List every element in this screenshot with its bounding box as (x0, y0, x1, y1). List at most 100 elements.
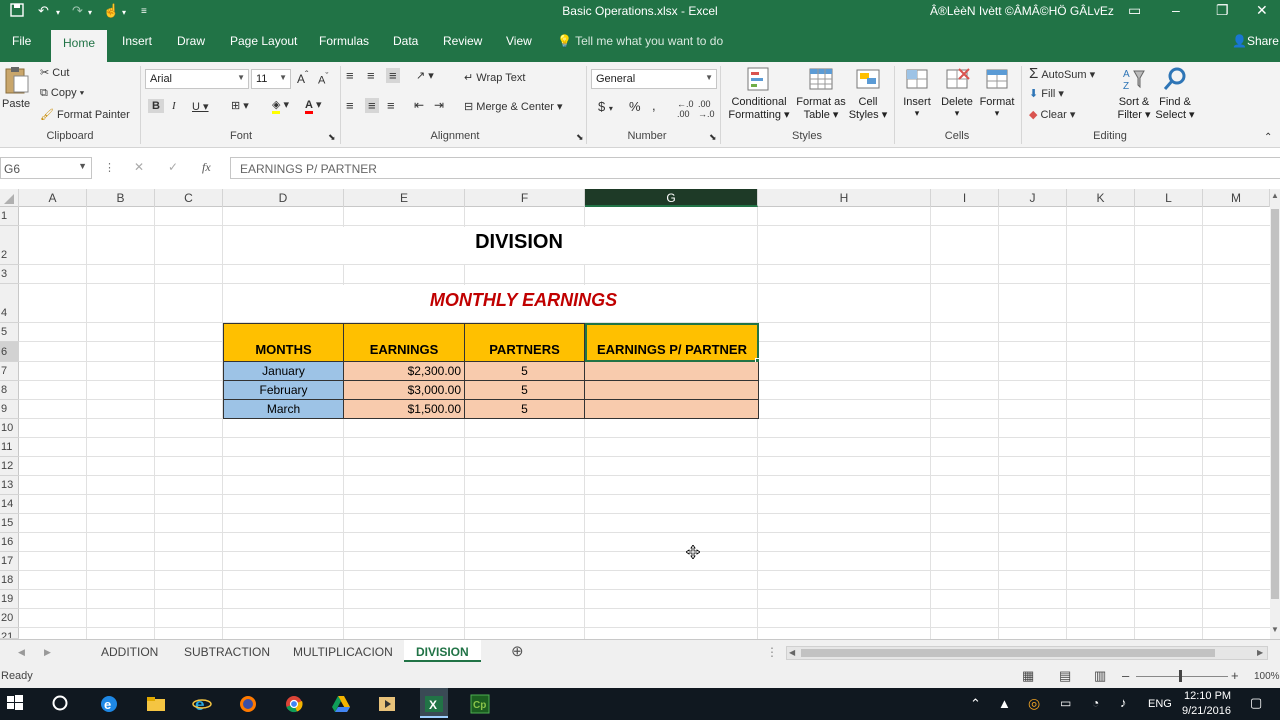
row-header[interactable]: 19 (0, 590, 19, 609)
column-header-a[interactable]: A (19, 189, 87, 207)
drive-sync-icon[interactable]: ▲ (998, 696, 1011, 711)
scrollbar-thumb[interactable] (1271, 209, 1279, 599)
align-right-icon[interactable]: ≡ (387, 98, 395, 113)
earnings-cell[interactable]: $3,000.00 (344, 381, 465, 400)
number-format-combo[interactable]: General ▼ (591, 69, 717, 89)
name-box[interactable]: G6 ▼ (0, 157, 92, 179)
delete-cells-button[interactable]: Delete ▾ (938, 65, 976, 119)
confirm-entry-icon[interactable]: ✓ (168, 160, 178, 174)
hscroll-left-icon[interactable]: ◀ (789, 648, 795, 657)
insert-cells-button[interactable]: Insert ▾ (898, 65, 936, 119)
excel-taskbar-icon[interactable]: X (420, 688, 448, 718)
close-icon[interactable]: ✕ (1256, 2, 1268, 19)
per-partner-cell[interactable] (585, 362, 759, 381)
page-layout-view-icon[interactable]: ▤ (1059, 668, 1071, 684)
tab-draw[interactable]: Draw (177, 34, 205, 48)
scroll-right-icon[interactable]: ▶ (44, 647, 51, 658)
merge-center-button[interactable]: ⊟ Merge & Center ▾ (464, 100, 563, 113)
chrome-icon[interactable] (284, 694, 304, 714)
sheet-tab-multiplicacion[interactable]: MULTIPLICACION (293, 645, 393, 659)
row-header[interactable]: 6 (0, 342, 19, 362)
cut-button[interactable]: ✂ Cut (40, 66, 69, 79)
orientation-icon[interactable]: ↗ ▾ (416, 69, 434, 82)
middle-align-icon[interactable]: ≡ (367, 68, 375, 83)
select-all-corner[interactable] (0, 189, 19, 207)
underline-icon[interactable]: U ▾ (192, 100, 209, 113)
sheet-title[interactable]: DIVISION (343, 227, 695, 264)
clock-date[interactable]: 9/21/2016 (1182, 705, 1231, 717)
insert-function-icon[interactable]: fx (202, 160, 211, 175)
row-header[interactable]: 8 (0, 381, 19, 400)
decrease-decimal-icon[interactable]: .00 →.0 (698, 99, 715, 119)
font-name-combo[interactable]: Arial ▼ (145, 69, 249, 89)
zoom-level[interactable]: 100% (1254, 671, 1280, 682)
month-cell[interactable]: January (223, 362, 344, 381)
wifi-icon[interactable]: ◔ (1092, 696, 1099, 710)
tab-formulas[interactable]: Formulas (319, 34, 369, 48)
dialog-launcher-icon[interactable]: ⬊ (328, 132, 336, 143)
sheet-tab-division[interactable]: DIVISION (404, 640, 481, 662)
column-header-b[interactable]: B (87, 189, 155, 207)
file-explorer-icon[interactable] (146, 694, 166, 714)
horizontal-scrollbar[interactable]: ◀ ▶ (786, 646, 1268, 660)
format-as-table-button[interactable]: Format as Table ▾ (793, 65, 849, 121)
action-center-icon[interactable]: ▢ (1250, 695, 1262, 711)
scroll-left-icon[interactable]: ◀ (18, 647, 25, 658)
autosum-button[interactable]: Σ AutoSum ▾ (1029, 65, 1095, 82)
dialog-launcher-icon[interactable]: ⬊ (709, 132, 717, 143)
input-language[interactable]: ENG (1148, 698, 1172, 710)
italic-icon[interactable]: I (172, 100, 176, 112)
row-header[interactable]: 20 (0, 609, 19, 628)
internet-explorer-icon[interactable]: e (192, 694, 212, 714)
fill-color-icon[interactable]: ◈ ▾ (272, 98, 289, 114)
row-header[interactable]: 15 (0, 514, 19, 533)
row-header[interactable]: 14 (0, 495, 19, 514)
tab-file[interactable]: File (12, 34, 31, 48)
row-header[interactable]: 3 (0, 265, 19, 284)
normal-view-icon[interactable]: ▦ (1022, 668, 1034, 684)
zoom-out-icon[interactable]: – (1122, 668, 1129, 683)
column-header-m[interactable]: M (1203, 189, 1270, 207)
row-header[interactable]: 12 (0, 457, 19, 476)
tab-data[interactable]: Data (393, 34, 418, 48)
bold-icon[interactable]: B (148, 99, 164, 113)
month-cell[interactable]: February (223, 381, 344, 400)
worksheet-grid[interactable]: DIVISION MONTHLY EARNINGS MONTHS EARNING… (19, 207, 1270, 639)
font-size-combo[interactable]: 11 ▼ (251, 69, 291, 89)
comma-style-icon[interactable]: , (652, 98, 656, 113)
formula-input[interactable]: EARNINGS P/ PARTNER (230, 157, 1280, 179)
windows-start-icon[interactable] (6, 694, 26, 714)
clock-time[interactable]: 12:10 PM (1184, 690, 1231, 702)
edge-icon[interactable]: e (99, 694, 119, 714)
clear-button[interactable]: ◆ Clear ▾ (1029, 108, 1075, 121)
row-header[interactable]: 16 (0, 533, 19, 552)
conditional-formatting-button[interactable]: Conditional Formatting ▾ (727, 65, 791, 121)
format-painter-button[interactable]: 🖌 Format Painter (40, 108, 130, 121)
copy-button[interactable]: ⧉ Copy ▾ (40, 87, 84, 100)
borders-icon[interactable]: ⊞ ▾ (231, 99, 249, 112)
earnings-cell[interactable]: $1,500.00 (344, 400, 465, 419)
row-header[interactable]: 4 (0, 284, 19, 323)
earnings-cell[interactable]: $2,300.00 (344, 362, 465, 381)
column-header-d[interactable]: D (223, 189, 344, 207)
per-partner-cell[interactable] (585, 381, 759, 400)
hscroll-right-icon[interactable]: ▶ (1257, 648, 1263, 657)
partners-cell[interactable]: 5 (465, 400, 585, 419)
add-sheet-icon[interactable]: ⊕ (511, 642, 524, 660)
column-header-i[interactable]: I (931, 189, 999, 207)
wrap-text-button[interactable]: ↵ Wrap Text (464, 71, 525, 84)
maximize-icon[interactable]: ❐ (1216, 2, 1229, 19)
tab-view[interactable]: View (506, 34, 532, 48)
share-button[interactable]: 👤Share (1232, 34, 1279, 48)
month-cell[interactable]: March (223, 400, 344, 419)
column-header-e[interactable]: E (344, 189, 465, 207)
per-partner-cell[interactable] (585, 400, 759, 419)
row-header[interactable]: 10 (0, 419, 19, 438)
align-center-icon[interactable]: ≡ (365, 98, 379, 113)
currency-button[interactable]: $ ▾ (598, 99, 613, 114)
percent-button[interactable]: % (629, 99, 641, 114)
find-select-button[interactable]: Find & Select ▾ (1154, 65, 1196, 121)
tab-home[interactable]: Home (51, 30, 108, 62)
scroll-down-icon[interactable]: ▼ (1271, 625, 1279, 634)
tab-page-layout[interactable]: Page Layout (230, 34, 297, 48)
